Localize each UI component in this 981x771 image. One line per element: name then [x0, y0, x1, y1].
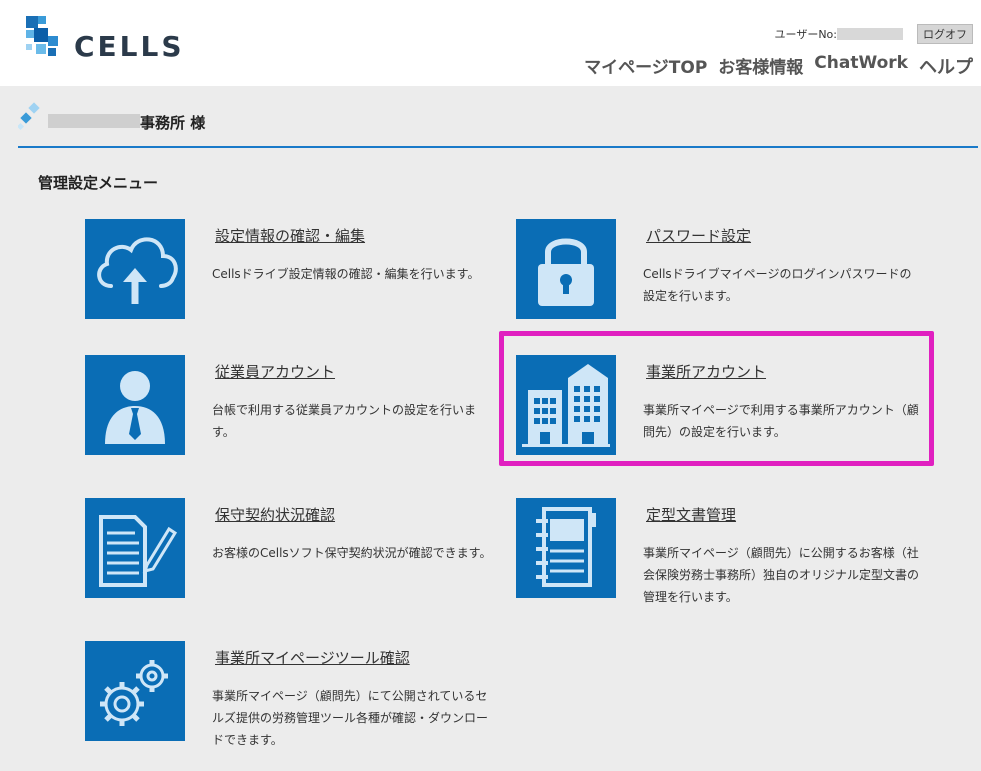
menu-item-password: パスワード設定 Cellsドライブマイページのログインパスワードの設定を行います… [516, 219, 936, 319]
gears-icon [100, 660, 168, 726]
template-docs-tile[interactable] [516, 498, 616, 598]
section-title: 管理設定メニュー [38, 174, 159, 192]
user-number-label: ユーザーNo: [774, 28, 837, 41]
password-link[interactable]: パスワード設定 [646, 225, 751, 246]
password-tile[interactable] [516, 219, 616, 319]
employee-tile[interactable] [85, 355, 185, 455]
menu-item-tools: 事業所マイページツール確認 事業所マイページ（顧問先）にて公開されているセルズ提… [85, 641, 505, 747]
employee-desc: 台帳で利用する従業員アカウントの設定を行います。 [212, 403, 477, 439]
settings-tile[interactable] [85, 219, 185, 319]
tools-desc: 事業所マイページ（顧問先）にて公開されているセルズ提供の労務管理ツール各種が確認… [212, 689, 489, 747]
menu-item-contract: 保守契約状況確認 お客様のCellsソフト保守契約状況が確認できます。 [85, 498, 505, 598]
menu-item-template-docs: 定型文書管理 事業所マイページ（顧問先）に公開するお客様（社会保険労務士事務所）… [516, 498, 936, 604]
office-bar: 事務所 様 [18, 96, 978, 148]
user-number-mask [837, 28, 903, 40]
cells-logo[interactable] [24, 14, 70, 64]
nav-customer-info[interactable]: お客様情報 [718, 53, 803, 79]
menu-item-settings: 設定情報の確認・編集 Cellsドライブ設定情報の確認・編集を行います。 [85, 219, 505, 319]
office-name-mask [48, 114, 140, 128]
contract-link[interactable]: 保守契約状況確認 [215, 504, 335, 525]
menu-item-employee: 従業員アカウント 台帳で利用する従業員アカウントの設定を行います。 [85, 355, 505, 455]
office-name: 事務所 様 [140, 114, 206, 132]
tools-link[interactable]: 事業所マイページツール確認 [215, 647, 410, 668]
contract-desc: お客様のCellsソフト保守契約状況が確認できます。 [212, 546, 492, 560]
template-docs-desc: 事業所マイページ（顧問先）に公開するお客様（社会保険労務士事務所）独自のオリジナ… [643, 546, 920, 604]
template-docs-link[interactable]: 定型文書管理 [646, 504, 736, 525]
notebook-icon [536, 507, 596, 587]
cloud-upload-icon [97, 237, 178, 304]
user-line: ユーザーNo: ログオフ [775, 24, 973, 44]
cells-logo-icon [26, 16, 58, 56]
tools-tile[interactable] [85, 641, 185, 741]
contract-document-icon [99, 515, 178, 587]
nav-chatwork[interactable]: ChatWork [814, 53, 908, 79]
employee-icon [105, 371, 165, 444]
settings-link[interactable]: 設定情報の確認・編集 [215, 225, 365, 246]
logo-text: CELLS [74, 30, 185, 63]
nav-help[interactable]: ヘルプ [919, 53, 973, 79]
logoff-button[interactable]: ログオフ [917, 24, 973, 44]
top-nav: マイページTOP お客様情報 ChatWork ヘルプ [573, 53, 973, 79]
lock-icon [538, 238, 594, 306]
header: CELLS ユーザーNo: ログオフ マイページTOP お客様情報 ChatWo… [0, 0, 981, 86]
settings-desc: Cellsドライブ設定情報の確認・編集を行います。 [212, 267, 480, 281]
nav-mypage-top[interactable]: マイページTOP [584, 53, 707, 79]
contract-tile[interactable] [85, 498, 185, 598]
password-desc: Cellsドライブマイページのログインパスワードの設定を行います。 [643, 267, 912, 303]
employee-link[interactable]: 従業員アカウント [215, 361, 335, 382]
diamond-pin-icon [18, 102, 40, 131]
highlight-box [499, 331, 934, 466]
